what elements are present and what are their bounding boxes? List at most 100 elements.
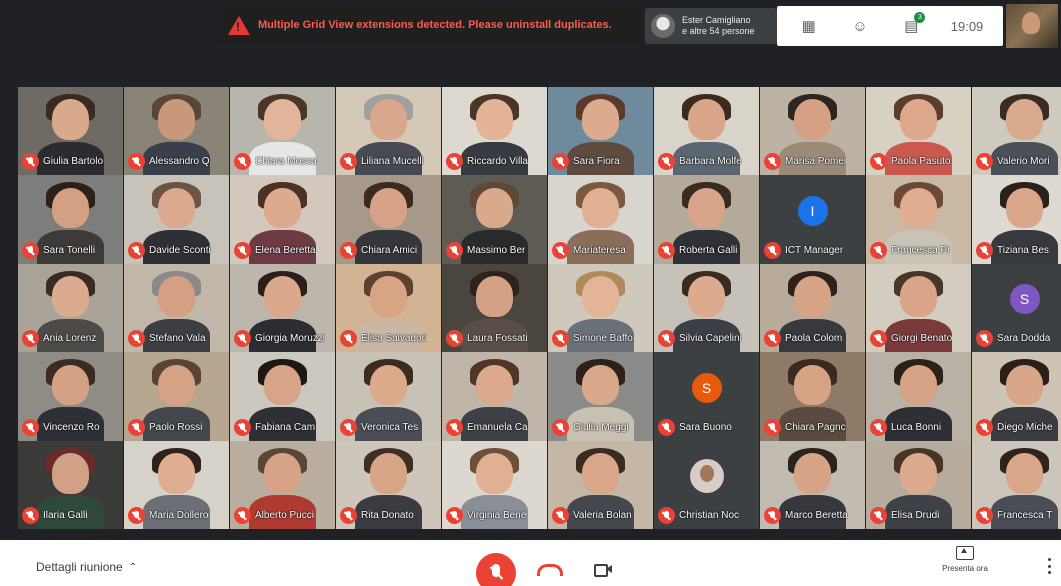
participant-tile[interactable]: Ilaria Galli [18, 440, 123, 529]
participant-video-face [475, 452, 514, 494]
host-others: e altre 54 persone [682, 26, 755, 36]
participant-tile[interactable]: Vincenzo Ro [18, 352, 123, 441]
mic-muted-icon [764, 506, 781, 524]
mic-muted-icon [446, 330, 463, 348]
participant-label: Alessandro Q [128, 153, 227, 171]
meeting-details-label: Dettagli riunione [36, 560, 123, 574]
participant-label: Valeria Bolan [552, 506, 651, 524]
participant-tile[interactable]: Chiara Pagnc [760, 352, 865, 441]
participant-video-face [263, 452, 302, 494]
participant-tile[interactable]: Paola Colom [760, 263, 865, 353]
participant-tile[interactable]: Emanuela Ca [442, 352, 547, 441]
participant-tile[interactable]: Maria Dollero [124, 440, 229, 529]
participant-name: Emanuela Ca [467, 421, 528, 433]
participant-tile[interactable]: Paola Pasuto [866, 87, 971, 176]
hang-up-button[interactable] [534, 562, 563, 576]
more-options-icon[interactable] [1046, 558, 1052, 574]
participant-video-face [581, 276, 620, 317]
participant-tile[interactable]: Francesca Pr [866, 175, 971, 264]
participant-label: Marisa Pomei [764, 153, 863, 171]
chat-icon[interactable]: ▤ 3 [899, 12, 926, 38]
participant-tile[interactable]: Marisa Pomei [760, 87, 865, 176]
participant-tile[interactable]: Riccardo Villa [442, 87, 547, 176]
participant-tile[interactable]: Liliana Mucelli [336, 87, 441, 176]
participant-name: Tiziana Bes [997, 244, 1049, 256]
participant-tile[interactable]: Chiara Amici [336, 175, 441, 264]
mic-muted-icon [128, 241, 145, 259]
participant-tile[interactable]: Alessandro Q [124, 87, 229, 176]
participant-video-face [687, 276, 726, 317]
participant-tile[interactable]: Paolo Rossi [124, 352, 229, 441]
participant-tile[interactable]: Laura Fossati [442, 263, 547, 353]
people-icon[interactable]: ☺ [848, 14, 872, 38]
participant-tile[interactable]: Christian Noc [654, 440, 759, 529]
participant-tile[interactable]: Elisa Salvadori [336, 263, 441, 353]
mic-muted-icon [976, 153, 993, 171]
mic-muted-icon [658, 418, 675, 436]
participant-tile[interactable]: Francesca T [972, 440, 1061, 529]
participant-tile[interactable]: Marco Beretta [760, 440, 865, 529]
self-view-thumbnail[interactable] [1006, 4, 1058, 48]
participant-tile[interactable]: Luca Bonni [866, 352, 971, 441]
participant-video-face [475, 276, 514, 317]
participant-tile[interactable]: Stefano Vala [124, 263, 229, 353]
participant-tile[interactable]: Fabiana Cam [230, 352, 335, 441]
participant-tile[interactable]: Tiziana Bes [972, 175, 1061, 264]
participants-summary[interactable]: Ester Camigliano e altre 54 persone [645, 8, 777, 44]
mic-muted-icon [870, 330, 887, 348]
participant-tile[interactable]: Elisa Drudi [866, 440, 971, 529]
mic-muted-icon [870, 241, 887, 259]
participant-tile[interactable]: Massimo Ber [442, 175, 547, 264]
participant-tile[interactable]: Roberta Galli [654, 175, 759, 264]
clock: 19:09 [950, 18, 984, 34]
grid-view-icon[interactable]: ▦ [797, 14, 821, 38]
participant-video-face [687, 187, 726, 229]
participant-tile[interactable]: Barbara Molfe [654, 87, 759, 176]
participant-tile[interactable]: Silvia Capelini [654, 263, 759, 353]
participant-tile[interactable]: Virginia Bene [442, 440, 547, 529]
participant-tile[interactable]: Diego Miche [972, 352, 1061, 441]
participant-video-face [369, 452, 408, 494]
participant-tile[interactable]: Giorgia Moruzzi [230, 263, 335, 353]
participant-tile[interactable]: Alberto Pucci [230, 440, 335, 529]
mic-off-button[interactable] [476, 553, 516, 586]
participant-video-face [793, 99, 832, 141]
participant-tile[interactable]: Giulia Meggi [548, 352, 653, 441]
participant-tile[interactable]: Sara Fiora [548, 87, 653, 176]
participant-video-face [581, 452, 620, 494]
participant-tile[interactable]: Ania Lorenz [18, 263, 123, 353]
participant-tile[interactable]: Giulia Bartolo [18, 87, 123, 176]
participant-tile[interactable]: Mariateresa [548, 175, 653, 264]
participant-tile[interactable]: S Sara Dodda [972, 263, 1061, 353]
participant-video-face [51, 99, 90, 141]
participant-tile[interactable]: Sara Tonelli [18, 175, 123, 264]
participant-tile[interactable]: Chiara Mosca [230, 87, 335, 176]
participant-video-face [793, 276, 832, 317]
participant-video-face [369, 187, 408, 229]
participant-label: Luca Bonni [870, 418, 969, 436]
participant-tile[interactable]: Davide Sconti [124, 175, 229, 264]
participant-name: Sara Dodda [997, 333, 1051, 345]
participant-initial-avatar: I [797, 195, 828, 226]
participant-tile[interactable]: Valeria Bolan [548, 440, 653, 529]
participant-tile[interactable]: I ICT Manager [760, 175, 865, 264]
participant-name: Virginia Bene [467, 509, 527, 521]
mic-muted-icon [234, 330, 251, 348]
participant-tile[interactable]: Elena Beretta [230, 175, 335, 264]
participant-tile[interactable]: Valerio Mori [972, 87, 1061, 176]
participant-tile[interactable]: Veronica Tes [336, 352, 441, 441]
camera-button[interactable] [594, 562, 612, 577]
participant-initial-avatar: S [1009, 284, 1040, 315]
participant-tile[interactable]: Rita Donato [336, 440, 441, 529]
mic-muted-icon [552, 506, 569, 524]
meeting-details-button[interactable]: Dettagli riunione ⌃ [36, 560, 137, 574]
participant-name: Giorgi Benato [891, 333, 953, 345]
participant-tile[interactable]: S Sara Buono [654, 352, 759, 441]
present-now-button[interactable]: Presenta ora [930, 546, 1000, 582]
participant-tile[interactable]: Simone Baffo [548, 263, 653, 353]
participant-tile[interactable]: Giorgi Benato [866, 263, 971, 353]
mic-muted-icon [22, 330, 39, 348]
participant-name: Marisa Pomei [785, 156, 847, 168]
warning-text: Multiple Grid View extensions detected. … [258, 19, 612, 31]
participant-label: Liliana Mucelli [340, 153, 439, 171]
